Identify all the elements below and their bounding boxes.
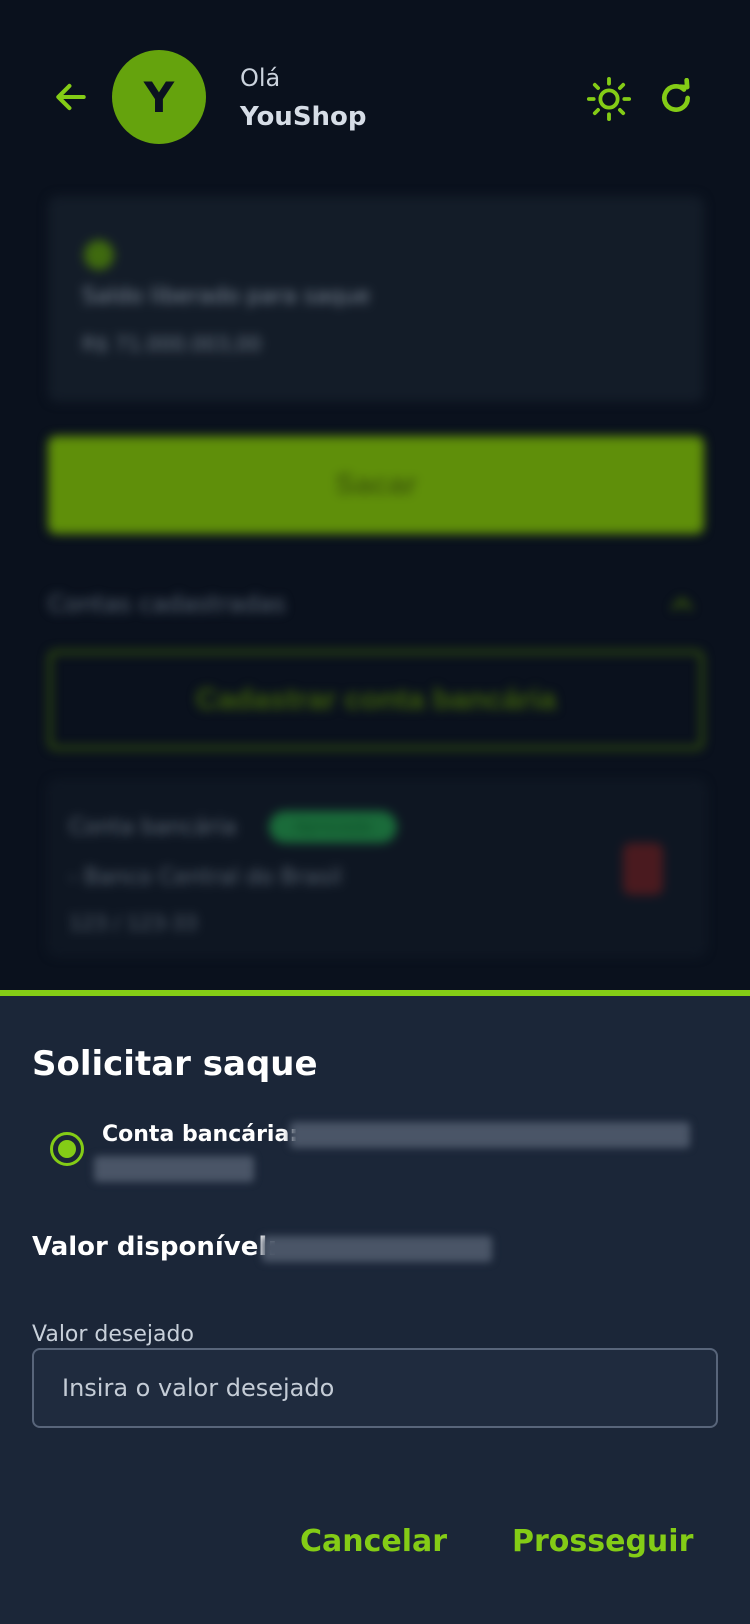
radio-selected-dot [58, 1140, 76, 1158]
status-badge: Aprovada [269, 811, 397, 843]
trash-icon[interactable] [623, 843, 663, 895]
account-agency: 123 / 123-33 [69, 911, 198, 935]
proceed-button[interactable]: Prosseguir [512, 1516, 693, 1566]
account-radio[interactable] [50, 1132, 84, 1166]
account-bank: - Banco Central do Brasil [69, 865, 342, 890]
greeting: Olá [240, 64, 281, 92]
register-account-button[interactable]: Cadastrar conta bancária [48, 650, 704, 750]
header: Y Olá YouShop [0, 50, 750, 150]
refresh-icon[interactable] [656, 78, 696, 118]
available-label: Valor disponível: [32, 1232, 278, 1262]
avatar: Y [112, 50, 206, 144]
account-label: Conta bancária: [102, 1122, 299, 1147]
balance-value: R$ 71.000.003,00 [82, 332, 262, 356]
sheet-title: Solicitar saque [32, 1044, 318, 1084]
amount-label: Valor desejado [32, 1322, 194, 1347]
chevron-up-icon[interactable] [666, 588, 698, 620]
balance-status-icon [84, 240, 114, 270]
arrow-left-icon[interactable] [52, 78, 90, 116]
username: YouShop [240, 102, 367, 132]
withdraw-sheet: Solicitar saque Conta bancária: Valor di… [0, 990, 750, 1624]
accounts-label: Contas cadastradas [48, 590, 286, 618]
account-value-redacted-line2 [94, 1156, 254, 1182]
available-value-redacted [262, 1236, 492, 1262]
bank-account-card: Conta bancária Aprovada - Banco Central … [48, 780, 706, 956]
balance-label: Saldo liberado para saque [82, 284, 370, 309]
cancel-button[interactable]: Cancelar [300, 1516, 447, 1566]
balance-card: Saldo liberado para saque R$ 71.000.003,… [48, 196, 704, 402]
withdraw-button[interactable]: Sacar [48, 436, 704, 534]
sun-icon[interactable] [586, 76, 632, 122]
account-value-redacted [290, 1122, 690, 1148]
amount-input[interactable] [32, 1348, 718, 1428]
background-page: Y Olá YouShop Saldo liberado para saque … [0, 0, 750, 1000]
account-title: Conta bancária [69, 815, 237, 840]
